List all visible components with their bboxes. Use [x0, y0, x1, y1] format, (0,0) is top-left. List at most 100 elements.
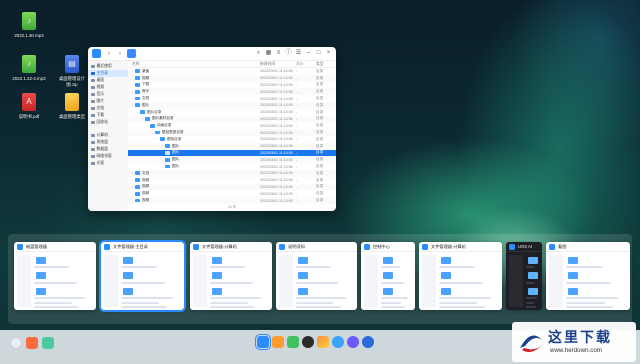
sidebar-item[interactable]: 文档: [88, 105, 128, 112]
sidebar-item[interactable]: 回收站: [88, 119, 128, 126]
table-row[interactable]: › 图片 2022/03/01 11:10:50- 目录: [128, 163, 336, 170]
grid-view-icon[interactable]: ▦: [265, 50, 272, 57]
desktop-icon-pdf[interactable]: A 说明书.pdf: [12, 93, 46, 120]
table-row[interactable]: › 图片 2022/03/01 11:10:50- 目录: [128, 156, 336, 164]
table-row[interactable]: › 视频 2022/03/01 11:10:50- 目录: [128, 74, 336, 82]
table-row[interactable]: › 动画目录 2022/03/01 11:10:50- 目录: [128, 122, 336, 129]
close-icon[interactable]: ×: [325, 50, 332, 57]
row-name-cell: › 视频: [128, 178, 260, 183]
sidebar-item[interactable]: 光驱: [88, 160, 128, 167]
table-row[interactable]: › 视频 2022/03/01 11:10:50- 目录: [128, 177, 336, 184]
file-manager-window[interactable]: ‹ › ⌕ ▦ ≡ ⓘ ☰ – □ × 最近使用 主目录 桌面视频 音乐 图片文档 下载回…: [88, 47, 336, 211]
table-row[interactable]: › 文档 2022/03/01 11:10:50- 目录: [128, 169, 336, 177]
file-manager-dock-icon[interactable]: [255, 334, 271, 350]
sidebar-item[interactable]: 计算机: [88, 132, 128, 139]
thumbnail-title: 控制中心: [373, 243, 390, 249]
window-thumbnail[interactable]: 说明须知: [276, 242, 357, 310]
desktop-icon-folder[interactable]: 桌面管理类型: [55, 93, 89, 120]
sidebar-item[interactable]: 最近使用: [88, 63, 128, 70]
row-name-cell: › 图标目录: [128, 137, 260, 142]
sidebar-item[interactable]: 图片: [88, 98, 128, 105]
mail-dock-icon[interactable]: [287, 336, 299, 348]
window-thumbnail[interactable]: 看图: [546, 242, 630, 310]
video-dock-icon[interactable]: [347, 336, 359, 348]
app-store-dock-icon[interactable]: [272, 336, 284, 348]
window-thumbnail[interactable]: UOS AI: [506, 242, 542, 310]
column-type-header[interactable]: 类型: [316, 62, 336, 67]
sidebar-item[interactable]: 下载: [88, 112, 128, 119]
table-row[interactable]: › 视频 2022/03/01 11:10:50- 目录: [128, 197, 336, 204]
folder-icon: [165, 151, 170, 155]
workspace-icon[interactable]: [42, 337, 54, 349]
sidebar-item[interactable]: 视频: [88, 84, 128, 91]
table-row[interactable]: › 桌面 2022/03/01 11:10:50- 目录: [128, 68, 336, 75]
watermark-title: 这里下载: [548, 330, 612, 346]
app-icon: [104, 243, 110, 250]
window-thumbnail[interactable]: 磁盘管理器: [14, 242, 96, 310]
table-row[interactable]: › 图片目录 2022/03/01 11:10:50- 目录: [128, 109, 336, 116]
sidebar-item[interactable]: 数据盘: [88, 146, 128, 153]
thumbnail-title: 磁盘管理器: [26, 243, 47, 249]
sidebar-item-label: 图片: [96, 99, 105, 103]
row-size-cell: -: [296, 144, 298, 149]
maximize-icon[interactable]: □: [315, 50, 322, 57]
sidebar-item[interactable]: 主目录: [88, 70, 128, 77]
row-name-cell: › 图片: [128, 164, 260, 169]
thumbnail-titlebar: 说明须知: [276, 242, 357, 252]
table-row[interactable]: › 音乐 2022/03/01 11:10:50- 目录: [128, 88, 336, 96]
sidebar-item[interactable]: 系统盘: [88, 139, 128, 146]
forward-icon[interactable]: ›: [116, 50, 124, 58]
window-thumbnail[interactable]: 文件管理器-计算机: [190, 242, 272, 310]
table-row[interactable]: › 壁纸类型目录 2022/03/01 11:10:50- 目录: [128, 129, 336, 136]
row-name: 壁纸类型目录: [162, 130, 184, 135]
window-thumbnail[interactable]: 控制中心: [361, 242, 415, 310]
back-icon[interactable]: ‹: [105, 50, 113, 58]
table-row[interactable]: › 图片 2022/03/01 11:10:50- 目录: [128, 149, 336, 157]
table-row[interactable]: › 图标目录 2022/03/01 11:10:50- 目录: [128, 136, 336, 143]
sidebar-item[interactable]: 桌面: [88, 77, 128, 84]
sidebar-item[interactable]: 网络邻居: [88, 153, 128, 160]
column-date-header[interactable]: 修改时间: [260, 62, 296, 67]
table-row[interactable]: › 视频 2022/03/01 11:10:50- 目录: [128, 183, 336, 191]
desktop-icon-audio-2[interactable]: ♪ 2022.1.22-2.mp3: [12, 55, 46, 82]
launcher-icon[interactable]: [10, 337, 22, 349]
row-date-cell: 2022/03/01 11:10:50: [260, 164, 293, 169]
column-size-header[interactable]: 大小: [296, 62, 316, 67]
image-viewer-dock-icon[interactable]: [317, 336, 329, 348]
titlebar[interactable]: ‹ › ⌕ ▦ ≡ ⓘ ☰ – □ ×: [88, 47, 336, 61]
row-name-cell: › 图片目录: [128, 110, 260, 115]
row-date-cell: 2022/03/01 11:10:50: [260, 157, 293, 162]
desktop-icon-zip[interactable]: ▤ 桌面管理设计图.zip: [55, 55, 89, 87]
minimize-icon[interactable]: –: [305, 50, 312, 57]
window-thumbnail[interactable]: 文件管理器-主目录: [99, 240, 186, 312]
sidebar-item[interactable]: 音乐: [88, 91, 128, 98]
table-row[interactable]: › 视频 2022/03/01 11:10:50- 目录: [128, 190, 336, 197]
music-dock-icon[interactable]: [302, 336, 314, 348]
window-thumbnail[interactable]: 文件管理器-计算机: [419, 242, 502, 310]
sidebar-item-label: 桌面: [96, 78, 105, 82]
multitask-icon[interactable]: [26, 337, 38, 349]
home-breadcrumb-icon[interactable]: [127, 49, 136, 58]
table-row[interactable]: › 图片 2022/03/01 11:10:50- 目录: [128, 101, 336, 109]
table-row[interactable]: › 下载 2022/03/01 11:10:50- 目录: [128, 82, 336, 89]
sidebar-item-label: 数据盘: [96, 147, 108, 151]
row-date-cell: 2022/03/01 11:10:50: [260, 82, 293, 87]
row-date-cell: 2022/03/01 11:10:50: [260, 191, 293, 196]
row-size-cell: -: [296, 198, 298, 203]
control-center-dock-icon[interactable]: [362, 336, 374, 348]
table-row[interactable]: › 图片 2022/03/01 11:10:50- 目录: [128, 142, 336, 150]
table-row[interactable]: › 图片素材目录 2022/03/01 11:10:50- 目录: [128, 115, 336, 123]
app-icon: [17, 243, 23, 250]
browser-dock-icon[interactable]: [332, 336, 344, 348]
app-icon: [509, 243, 515, 250]
table-row[interactable]: › 文档 2022/03/01 11:10:50- 目录: [128, 95, 336, 102]
menu-icon[interactable]: ☰: [295, 50, 302, 57]
details-icon[interactable]: ⓘ: [285, 50, 292, 57]
row-date-cell: 2022/03/01 11:10:50: [260, 103, 293, 108]
column-name-header[interactable]: 名称: [128, 62, 260, 67]
folder-icon: [135, 191, 140, 196]
list-view-icon[interactable]: ≡: [275, 50, 282, 57]
folder-icon: [135, 185, 140, 189]
search-icon[interactable]: ⌕: [255, 50, 262, 57]
desktop-icon-audio-1[interactable]: ♪ 2022.1.30.mp3: [12, 12, 46, 39]
